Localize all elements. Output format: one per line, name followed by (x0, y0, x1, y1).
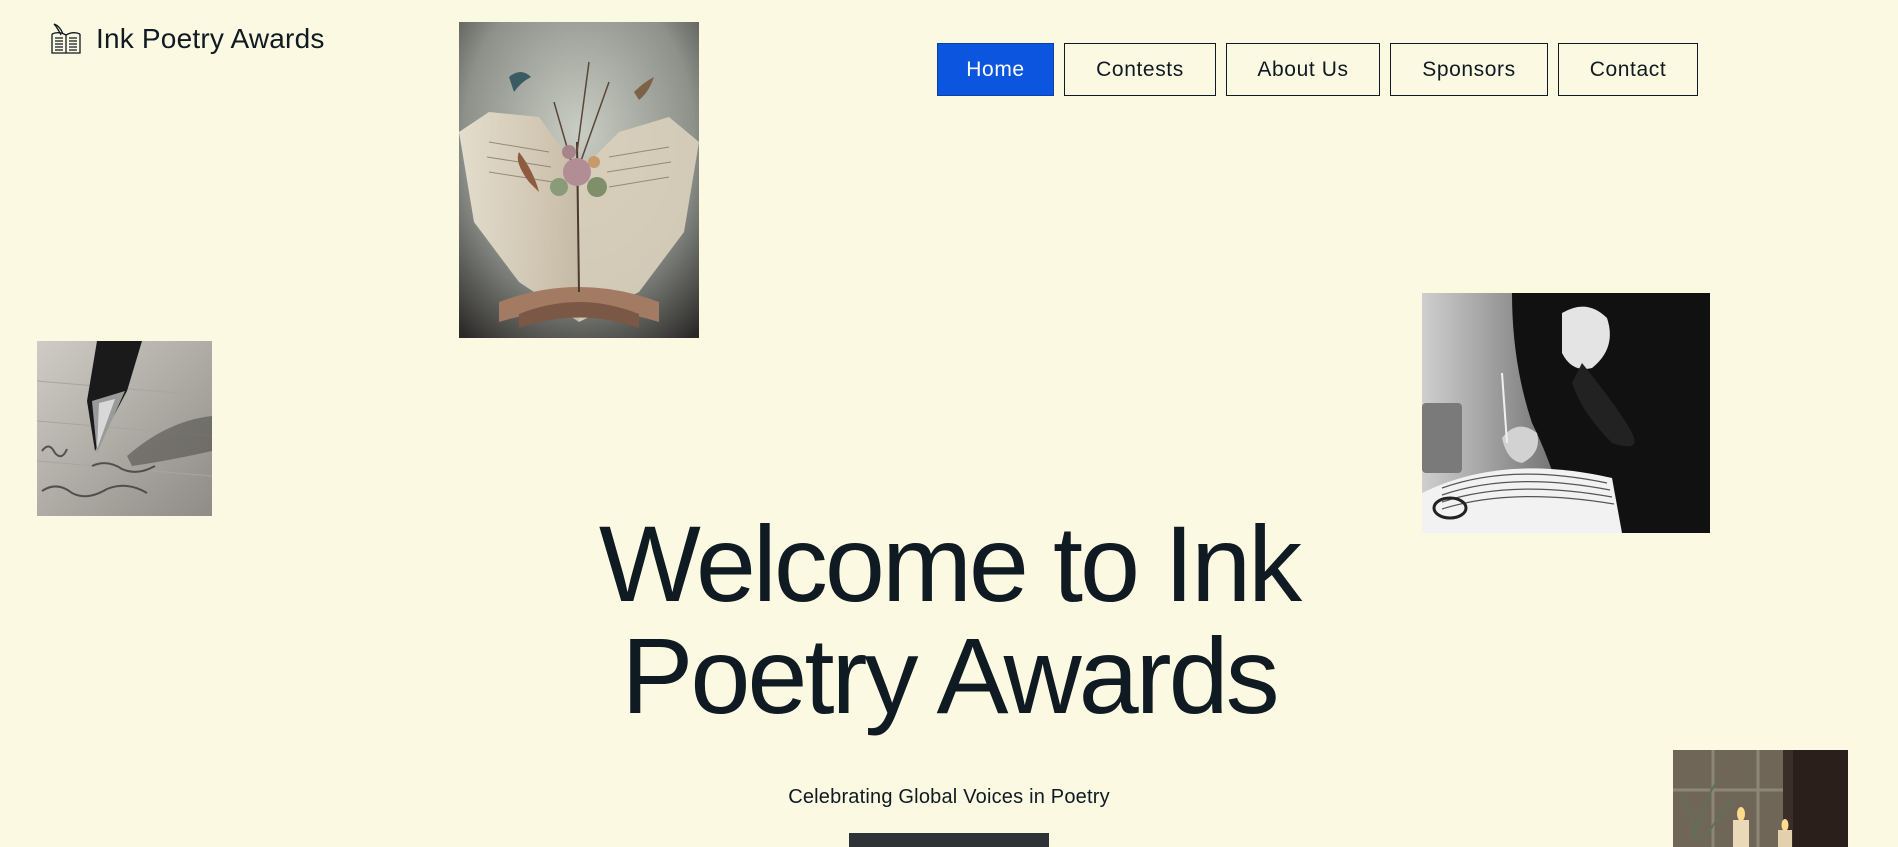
site-logo[interactable]: Ink Poetry Awards (48, 22, 325, 56)
person-writing-notebook-photo (1422, 293, 1710, 533)
candles-window-photo (1673, 750, 1848, 847)
hero-title: Welcome to Ink Poetry Awards (598, 503, 1302, 736)
open-book-flowers-photo (459, 22, 699, 338)
hero-cta-button[interactable] (849, 833, 1049, 847)
nav-home[interactable]: Home (937, 43, 1054, 96)
nav-sponsors[interactable]: Sponsors (1390, 43, 1548, 96)
book-quill-icon (51, 23, 81, 54)
nav-contact[interactable]: Contact (1558, 43, 1698, 96)
fountain-pen-photo (37, 341, 212, 516)
nav-contests[interactable]: Contests (1064, 43, 1216, 96)
main-nav: Home Contests About Us Sponsors Contact (937, 43, 1698, 96)
nav-about-us[interactable]: About Us (1226, 43, 1380, 96)
hero-subtitle: Celebrating Global Voices in Poetry (788, 786, 1110, 808)
site-name: Ink Poetry Awards (96, 23, 325, 54)
